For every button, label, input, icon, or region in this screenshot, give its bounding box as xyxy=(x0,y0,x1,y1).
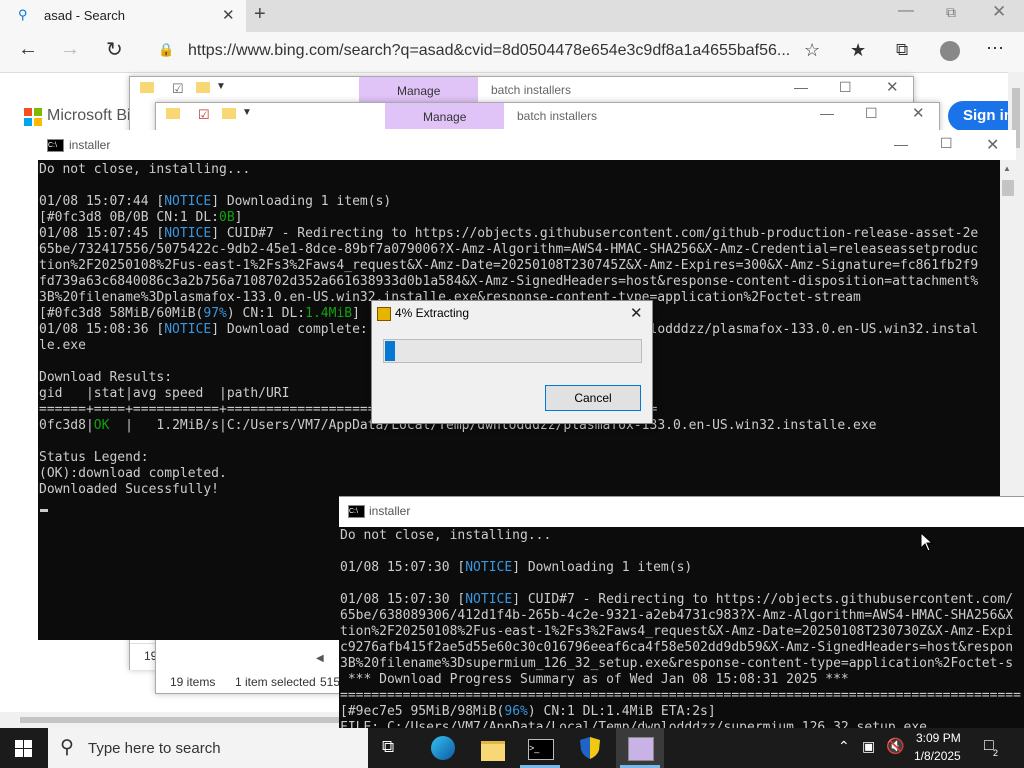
maximize-icon[interactable]: ☐ xyxy=(839,79,852,96)
close-icon[interactable]: ✕ xyxy=(886,78,899,96)
console-line: [#0fc3d8 0B/0B CN:1 DL:0B] xyxy=(39,210,243,225)
dropdown-icon: ▼ xyxy=(242,107,252,118)
search-icon: ⚲ xyxy=(60,737,74,758)
text-cursor xyxy=(40,509,48,512)
properties-icon: ☑ xyxy=(172,81,184,96)
search-placeholder: Type here to search xyxy=(88,740,221,757)
console-line: Do not close, installing... xyxy=(39,162,251,177)
console-line: 65be/732417556/5075422c-9db2-45e1-8dce-8… xyxy=(39,242,979,257)
favorite-star-icon[interactable]: ☆ xyxy=(804,40,820,61)
dropdown-icon: ▼ xyxy=(216,81,226,92)
manage-tab[interactable]: Manage xyxy=(385,103,504,129)
maximize-icon[interactable]: ☐ xyxy=(865,105,878,122)
console-line: Status Legend: xyxy=(39,450,149,465)
console-line: fd739a63c6840086c3a2b756a7108702d352a661… xyxy=(39,274,979,289)
window-title: installer xyxy=(369,504,411,518)
console-line: *** Download Progress Summary as of Wed … xyxy=(340,672,849,687)
refresh-icon[interactable]: ↻ xyxy=(106,37,123,62)
extract-progress-fill xyxy=(385,341,395,361)
folder-icon xyxy=(166,108,180,119)
cmd-taskbar-icon[interactable]: >_ xyxy=(528,739,554,760)
shield-icon[interactable] xyxy=(579,736,601,760)
cancel-button[interactable]: Cancel xyxy=(545,385,641,411)
console-line: 01/08 15:07:45 [NOTICE] CUID#7 - Redirec… xyxy=(39,226,979,241)
task-view-icon[interactable]: ⧉ xyxy=(382,737,394,757)
extracting-dialog[interactable]: 4% Extracting ✕ Cancel xyxy=(371,300,653,424)
minimize-icon[interactable]: — xyxy=(794,79,808,95)
manage-tab[interactable]: Manage xyxy=(359,77,478,103)
clock-time[interactable]: 3:09 PM xyxy=(916,731,961,745)
clock-date[interactable]: 1/8/2025 xyxy=(914,749,961,763)
minimize-icon[interactable]: — xyxy=(894,136,908,152)
status-item-count: 19 items xyxy=(170,675,216,689)
close-icon[interactable]: ✕ xyxy=(986,135,999,155)
maximize-icon[interactable]: ☐ xyxy=(940,135,953,152)
favorites-icon[interactable]: ★ xyxy=(850,40,866,61)
archiver-taskbar-icon[interactable] xyxy=(628,737,654,761)
profile-avatar[interactable] xyxy=(940,41,960,61)
browser-tab[interactable]: ⚲ asad - Search ✕ xyxy=(0,0,246,32)
volume-muted-icon[interactable]: 🔇 xyxy=(886,737,905,755)
status-selected: 1 item selected xyxy=(235,675,316,689)
console-line: (OK):download completed. xyxy=(39,466,227,481)
new-folder-icon xyxy=(196,82,210,93)
dialog-title: 4% Extracting xyxy=(395,306,470,320)
restore-browser-icon[interactable]: ⧉ xyxy=(946,4,956,21)
bing-brand: Microsoft Bin xyxy=(47,107,140,124)
horizontal-scroll-arrow[interactable]: ◀ xyxy=(316,653,336,669)
forward-icon[interactable]: → xyxy=(60,38,80,61)
folder-icon xyxy=(140,82,154,93)
console-line: c9276afb415f2ae5d55e60c30c016796eeaf6ca4… xyxy=(340,640,1014,655)
archive-icon xyxy=(377,307,391,321)
file-explorer-icon[interactable] xyxy=(481,741,505,761)
network-icon[interactable]: ▣ xyxy=(862,738,875,755)
collections-icon[interactable]: ⧉ xyxy=(896,40,908,60)
start-button[interactable] xyxy=(0,728,48,768)
console-line: 01/08 15:07:44 [NOTICE] Downloading 1 it… xyxy=(39,194,392,209)
console-output: Do not close, installing... 01/08 15:07:3… xyxy=(340,528,1024,732)
window-title: batch installers xyxy=(491,83,572,97)
notification-count-badge: 2 xyxy=(993,748,999,758)
chevron-up-icon[interactable]: ⌃ xyxy=(838,738,850,755)
console-icon: C:\ xyxy=(348,505,365,518)
console-line: tion%2F20250108%2Fus-east-1%2Fs3%2Faws4_… xyxy=(340,624,1014,639)
taskbar-search-box[interactable]: ⚲ Type here to search xyxy=(48,728,368,768)
window-title: installer xyxy=(69,138,111,152)
console-line: [#9ec7e5 95MiB/98MiB(96%) CN:1 DL:1.4MiB… xyxy=(340,704,716,719)
edge-icon[interactable] xyxy=(431,736,455,760)
console-line: tion%2F20250108%2Fus-east-1%2Fs3%2Faws4_… xyxy=(39,258,979,273)
status-size: 515 xyxy=(320,675,341,689)
close-browser-icon[interactable]: ✕ xyxy=(992,2,1006,22)
extract-progress-bar xyxy=(383,339,642,363)
console-line: 01/08 15:07:30 [NOTICE] Downloading 1 it… xyxy=(340,560,693,575)
properties-icon: ☑ xyxy=(198,107,210,122)
minimize-icon[interactable]: — xyxy=(820,105,834,121)
address-bar[interactable]: https://www.bing.com/search?q=asad&cvid=… xyxy=(188,42,792,60)
cmd-titlebar xyxy=(38,130,1016,160)
new-folder-icon xyxy=(222,108,236,119)
tab-title: asad - Search xyxy=(44,8,125,23)
window-title: batch installers xyxy=(517,109,598,123)
lock-icon: 🔒 xyxy=(158,42,175,57)
close-icon[interactable]: ✕ xyxy=(630,304,643,322)
search-icon: ⚲ xyxy=(18,7,28,22)
console-line: ========================================… xyxy=(340,688,1021,703)
close-tab-icon[interactable]: ✕ xyxy=(222,6,235,24)
microsoft-logo-icon xyxy=(24,108,42,126)
back-icon[interactable]: ← xyxy=(18,38,38,61)
mouse-cursor-icon xyxy=(920,532,934,552)
cmd-titlebar xyxy=(339,496,1024,527)
windows-logo-icon xyxy=(15,740,32,757)
console-icon: C:\ xyxy=(47,139,64,152)
new-tab-button[interactable]: + xyxy=(254,3,266,26)
minimize-browser-icon[interactable]: — xyxy=(898,2,914,20)
close-icon[interactable]: ✕ xyxy=(912,104,925,122)
console-line: 65be/638089306/412d1f4b-265b-4c2e-9321-a… xyxy=(340,608,1014,623)
console-line: 3B%20filename%3Dsupermium_126_32_setup.e… xyxy=(340,656,1014,671)
more-menu-icon[interactable]: ⋯ xyxy=(986,38,1004,59)
console-line: 01/08 15:07:30 [NOTICE] CUID#7 - Redirec… xyxy=(340,592,1014,607)
